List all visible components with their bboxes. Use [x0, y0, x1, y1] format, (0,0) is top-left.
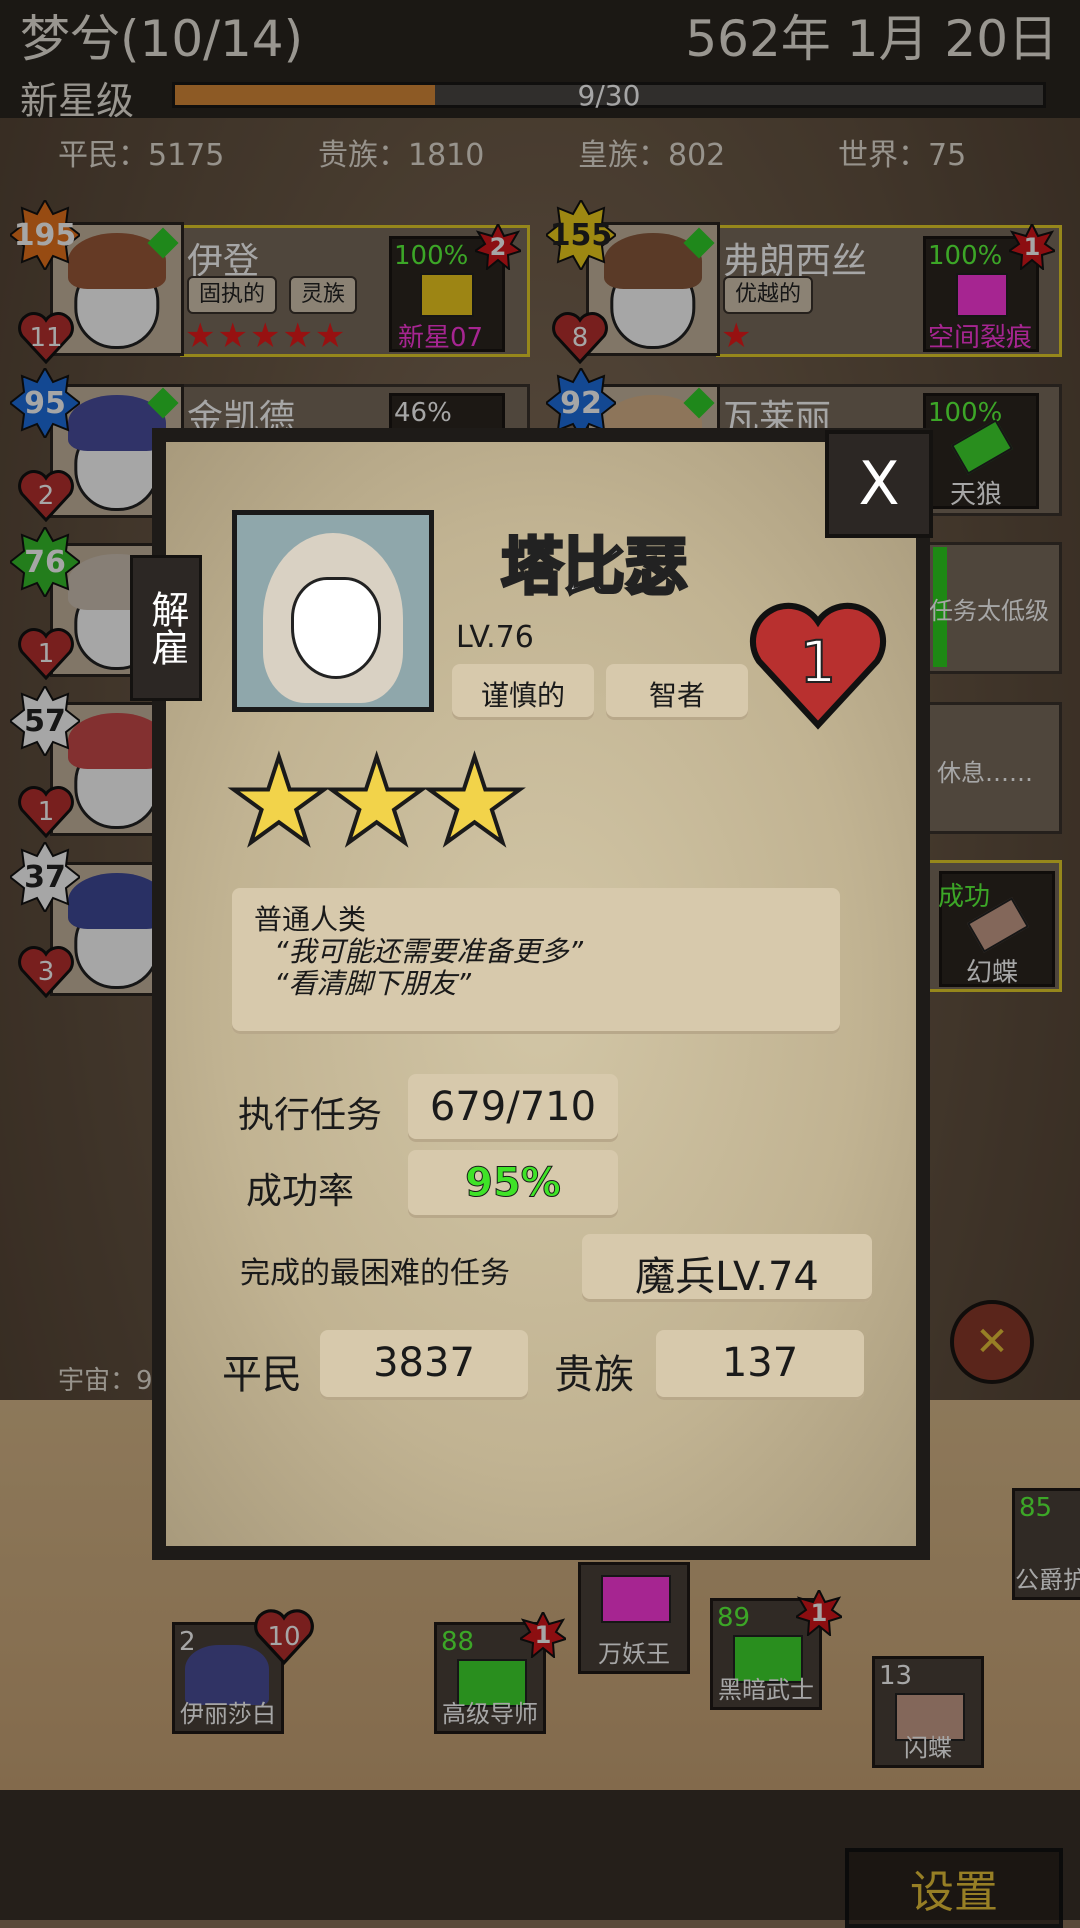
portrait-face — [291, 577, 381, 679]
trait-chip: 智者 — [606, 664, 748, 720]
trait-label: 智者 — [648, 679, 705, 712]
noble-panel: 137 — [656, 1330, 864, 1400]
heart-icon: 1 — [748, 602, 888, 730]
modal-parchment: 塔比瑟 LV.76 谨慎的 智者 1 ★★★ 普通人类 “我可能还需要准备更多”… — [166, 442, 916, 1546]
character-portrait — [232, 510, 434, 712]
character-hearts: 1 — [799, 627, 838, 697]
noble-value: 137 — [721, 1340, 799, 1386]
success-rate-panel: 95% — [408, 1150, 618, 1218]
commoner-panel: 3837 — [320, 1330, 528, 1400]
description-line: “看清脚下朋友” — [274, 967, 472, 1000]
commoner-label: 平民 — [222, 1352, 302, 1398]
missions-panel: 679/710 — [408, 1074, 618, 1142]
missions-value: 679/710 — [429, 1084, 597, 1130]
close-button[interactable]: X — [825, 430, 933, 538]
star-rating: ★★★ — [224, 732, 529, 870]
trait-label: 谨慎的 — [480, 679, 565, 712]
character-level: LV.76 — [456, 620, 534, 655]
description-panel: 普通人类 “我可能还需要准备更多” “看清脚下朋友” — [232, 888, 840, 1034]
success-rate-label: 成功率 — [246, 1171, 355, 1212]
dismiss-label: 解雇 — [144, 590, 189, 666]
success-rate-value: 95% — [465, 1160, 562, 1207]
missions-label: 执行任务 — [238, 1095, 383, 1136]
hardest-mission-label: 完成的最困难的任务 — [240, 1256, 510, 1291]
commoner-value: 3837 — [373, 1340, 475, 1386]
noble-label: 贵族 — [554, 1352, 634, 1398]
character-detail-modal: 塔比瑟 LV.76 谨慎的 智者 1 ★★★ 普通人类 “我可能还需要准备更多”… — [152, 428, 930, 1560]
dismiss-button[interactable]: 解雇 — [130, 555, 202, 701]
hardest-mission-panel: 魔兵LV.74 — [582, 1234, 872, 1302]
trait-chip: 谨慎的 — [452, 664, 594, 720]
character-name: 塔比瑟 — [499, 529, 688, 605]
hardest-mission-value: 魔兵LV.74 — [635, 1254, 819, 1300]
